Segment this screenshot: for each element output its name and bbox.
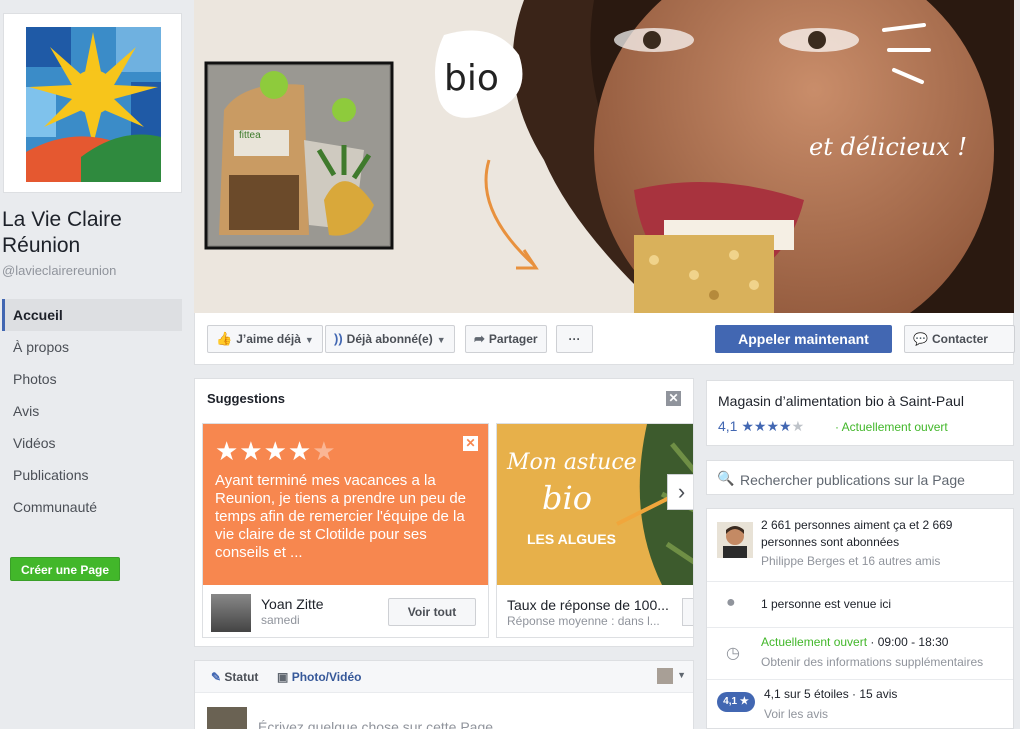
photo-label: Photo/Vidéo [291,670,362,684]
page-profile-picture[interactable] [3,13,182,193]
open-status: · Actuellement ouvert [835,420,948,434]
page-info-box: 2 661 personnes aiment ça et 2 669 perso… [706,508,1014,729]
composer-avatar [207,707,247,729]
contact-label: Contacter [931,332,988,346]
messenger-icon: 💬 [913,332,928,346]
search-icon: 🔍 [717,470,735,486]
more-info-link[interactable]: Obtenir des informations supplémentaires [761,654,983,671]
nav-item-photos[interactable]: Photos [2,363,182,395]
page-nav: Accueil À propos Photos Avis Vidéos Publ… [2,299,182,523]
open-now-label: Actuellement ouvert [841,420,948,434]
response-rate-sub: Réponse moyenne : dans l... [507,614,660,628]
bio-bubble-text: bio [444,58,499,99]
visits-row: ● 1 personne est venue ici [707,582,1013,628]
composer-tabs: ✎ Statut ▣ Photo/Vidéo ▼ [195,661,693,693]
hours-open-label: Actuellement ouvert [761,635,868,649]
page-title[interactable]: La Vie Claire Réunion [2,207,187,259]
suggestions-panel: Suggestions ✕ ★★★★★ ✕ Ayant terminé mes … [194,378,694,647]
hours-row: ◷ Actuellement ouvert · 09:00 - 18:30 Ob… [707,628,1013,680]
review-text: Ayant terminé mes vacances a la Reunion,… [215,472,467,561]
la-vie-claire-logo [26,27,161,182]
see-all-button[interactable]: Voir tout [388,598,476,626]
nav-item-avis[interactable]: Avis [2,395,182,427]
nav-item-a-propos[interactable]: À propos [2,331,182,363]
cover-image: fittea bio et délicieux ! [194,0,1014,313]
likes-row: 2 661 personnes aiment ça et 2 669 perso… [707,509,1013,582]
thumbs-up-icon: 👍 [216,331,233,346]
card-button[interactable] [682,598,693,626]
page-category-box: Magasin d’alimentation bio à Saint-Paul … [706,380,1014,446]
page-rating[interactable]: 4,1 ★★★★★ [718,418,804,435]
follow-button[interactable]: )) Déjà abonné(e) ▼ [325,325,455,353]
tip-suggestion-card[interactable]: Mon astuce bio LES ALGUES Taux de répons… [496,423,693,638]
cover-photo[interactable]: fittea bio et délicieux ! [194,0,1014,313]
chevron-down-icon[interactable]: ▼ [677,670,686,680]
suggestions-title: Suggestions [207,391,286,406]
rating-value: 4,1 [718,418,738,434]
rating-stars: ★★★★★ [741,418,805,434]
rating-badge: 4,1 ★ [717,692,755,712]
nav-item-communaute[interactable]: Communauté [2,491,97,523]
rating-summary: 4,1 sur 5 étoiles · 15 avis [764,687,898,701]
more-options-button[interactable]: ··· [556,325,593,353]
follow-label: Déjà abonné(e) [346,332,433,346]
cover-handwritten-text: et délicieux ! [809,133,967,161]
search-input[interactable]: Rechercher publications sur la Page [740,472,965,488]
nav-item-accueil[interactable]: Accueil [2,299,182,331]
tip-line-3: LES ALGUES [527,531,616,547]
tip-line-2: bio [542,479,592,517]
close-icon[interactable]: ✕ [666,391,681,406]
hours-text: Actuellement ouvert · 09:00 - 18:30 [761,634,948,651]
reviews-row: 4,1 ★ 4,1 sur 5 étoiles · 15 avis Voir l… [707,680,1013,729]
tab-status[interactable]: ✎ Statut [211,670,258,684]
friends-text[interactable]: Philippe Berges et 16 autres amis [761,553,940,570]
tip-line-1: Mon astuce [506,450,637,475]
like-button[interactable]: 👍 J’aime déjà ▼ [207,325,323,353]
share-button[interactable]: ➦ Partager [465,325,547,353]
post-composer: ✎ Statut ▣ Photo/Vidéo ▼ Écrivez quelque… [194,660,694,729]
tip-card-image: Mon astuce bio LES ALGUES [497,424,693,585]
review-stars: ★★★★★ [215,436,337,466]
hours-value: · 09:00 - 18:30 [867,635,949,649]
algae-image: Mon astuce bio LES ALGUES [497,424,693,585]
close-icon[interactable]: ✕ [463,436,478,451]
chevron-right-icon[interactable]: › [667,474,693,510]
review-card-banner: ★★★★★ ✕ Ayant terminé mes vacances a la … [203,424,488,585]
status-label: Statut [224,670,259,684]
page-category[interactable]: Magasin d’alimentation bio à Saint-Paul [718,393,964,409]
share-label: Partager [488,332,538,346]
left-column: La Vie Claire Réunion @lavieclairereunio… [0,0,190,729]
create-page-button[interactable]: Créer une Page [10,557,121,581]
likes-text[interactable]: 2 661 personnes aiment ça et 2 669 perso… [761,517,1001,551]
response-rate-title: Taux de réponse de 100... [507,597,669,613]
page-search-box[interactable]: 🔍 Rechercher publications sur la Page [706,460,1014,495]
composer-input[interactable]: Écrivez quelque chose sur cette Page... [258,719,505,729]
camera-icon: ▣ [277,670,289,684]
tab-photo-video[interactable]: ▣ Photo/Vidéo [277,670,361,684]
page-handle: @lavieclairereunion [2,263,117,278]
page-action-bar: 👍 J’aime déjà ▼ )) Déjà abonné(e) ▼ ➦ Partage… [194,313,1015,365]
clock-icon: ◷ [726,645,740,662]
chevron-down-icon: ▼ [436,335,446,345]
nav-item-publications[interactable]: Publications [2,459,182,491]
review-time: samedi [261,613,300,627]
see-reviews-link[interactable]: Voir les avis [764,706,828,723]
location-pin-icon: ● [726,594,736,611]
chevron-down-icon: ▼ [304,335,314,345]
like-label: J’aime déjà [236,332,301,346]
reviewer-avatar[interactable] [211,594,251,632]
pencil-icon: ✎ [211,670,222,684]
friend-avatar[interactable] [717,522,753,558]
share-arrow-icon: ➦ [474,331,485,346]
review-suggestion-card[interactable]: ★★★★★ ✕ Ayant terminé mes vacances a la … [202,423,489,638]
visits-text: 1 personne est venue ici [761,597,892,611]
nav-item-videos[interactable]: Vidéos [2,427,182,459]
reviewer-name[interactable]: Yoan Zitte [261,596,324,612]
friend-photo [717,522,753,558]
call-now-button[interactable]: Appeler maintenant [715,325,892,353]
post-as-avatar[interactable] [657,668,673,684]
pack-label: fittea [239,130,261,141]
rss-icon: )) [334,331,343,346]
contact-button[interactable]: 💬 Contacter [904,325,1015,353]
